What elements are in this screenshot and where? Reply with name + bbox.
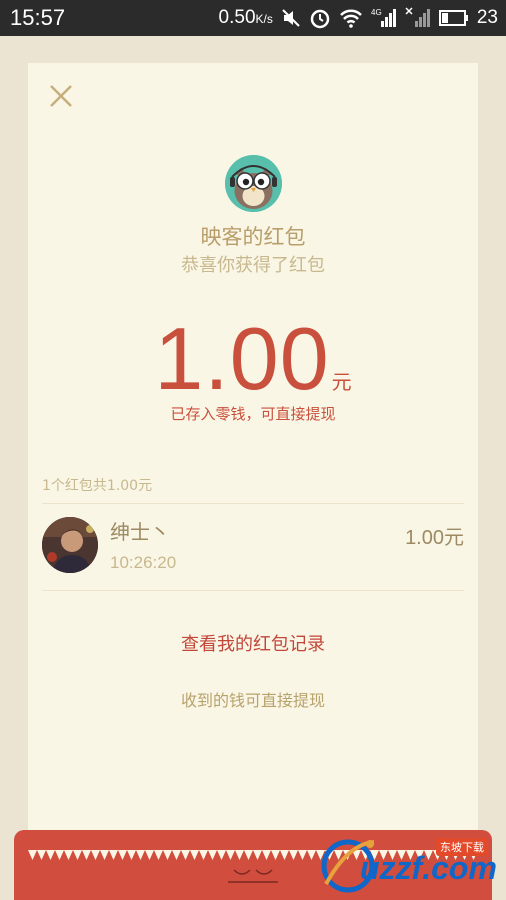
svg-text:4G: 4G	[371, 8, 382, 17]
greeting-text: 恭喜你获得了红包	[181, 255, 325, 276]
close-button[interactable]	[48, 83, 74, 109]
received-amount: 1.00元	[405, 527, 464, 549]
battery-level: 23	[476, 7, 498, 28]
status-icons: 0.50K/s 4G 23	[219, 7, 498, 29]
avatar	[42, 517, 98, 573]
recipient-name: 绅士丶	[110, 520, 170, 544]
owl-logo-icon	[225, 155, 282, 212]
close-icon	[50, 85, 72, 107]
amount-display: 1.00 元	[28, 308, 478, 410]
watermark-badge: 东坡下载	[436, 838, 488, 856]
amount-value: 1.00	[154, 309, 330, 408]
amount-unit: 元	[331, 370, 352, 394]
mute-icon	[281, 7, 301, 29]
signal-4g-icon: 4G	[371, 7, 397, 29]
signal-no-service-icon	[405, 7, 431, 29]
withdraw-note: 收到的钱可直接提现	[180, 691, 325, 710]
divider-bottom	[42, 590, 464, 591]
sender-title: 映客的红包	[200, 225, 306, 249]
view-records-link[interactable]: 查看我的红包记录	[28, 630, 478, 656]
watermark-logo: uzzf.com 东坡下载	[318, 834, 500, 896]
status-time: 15:57	[10, 5, 66, 30]
envelope-mark-icon	[228, 869, 278, 883]
status-bar: 15:57 0.50K/s 4G 23	[0, 0, 506, 36]
list-item[interactable]: 绅士丶 10:26:20 1.00元	[42, 504, 464, 590]
wifi-icon	[339, 7, 363, 29]
network-speed-value: 0.50	[218, 7, 256, 28]
saved-to-wallet-note: 已存入零钱，可直接提现	[170, 405, 336, 423]
packet-summary: 1个红包共1.00元	[42, 478, 153, 494]
alarm-icon	[309, 7, 331, 29]
network-speed-unit: K/s	[255, 12, 273, 26]
battery-icon	[438, 7, 469, 29]
red-packet-panel: 映客的红包 恭喜你获得了红包 1.00 元 已存入零钱，可直接提现 1个红包共1.…	[28, 63, 478, 853]
network-speed: 0.50K/s	[219, 7, 273, 29]
received-time: 10:26:20	[110, 553, 177, 572]
